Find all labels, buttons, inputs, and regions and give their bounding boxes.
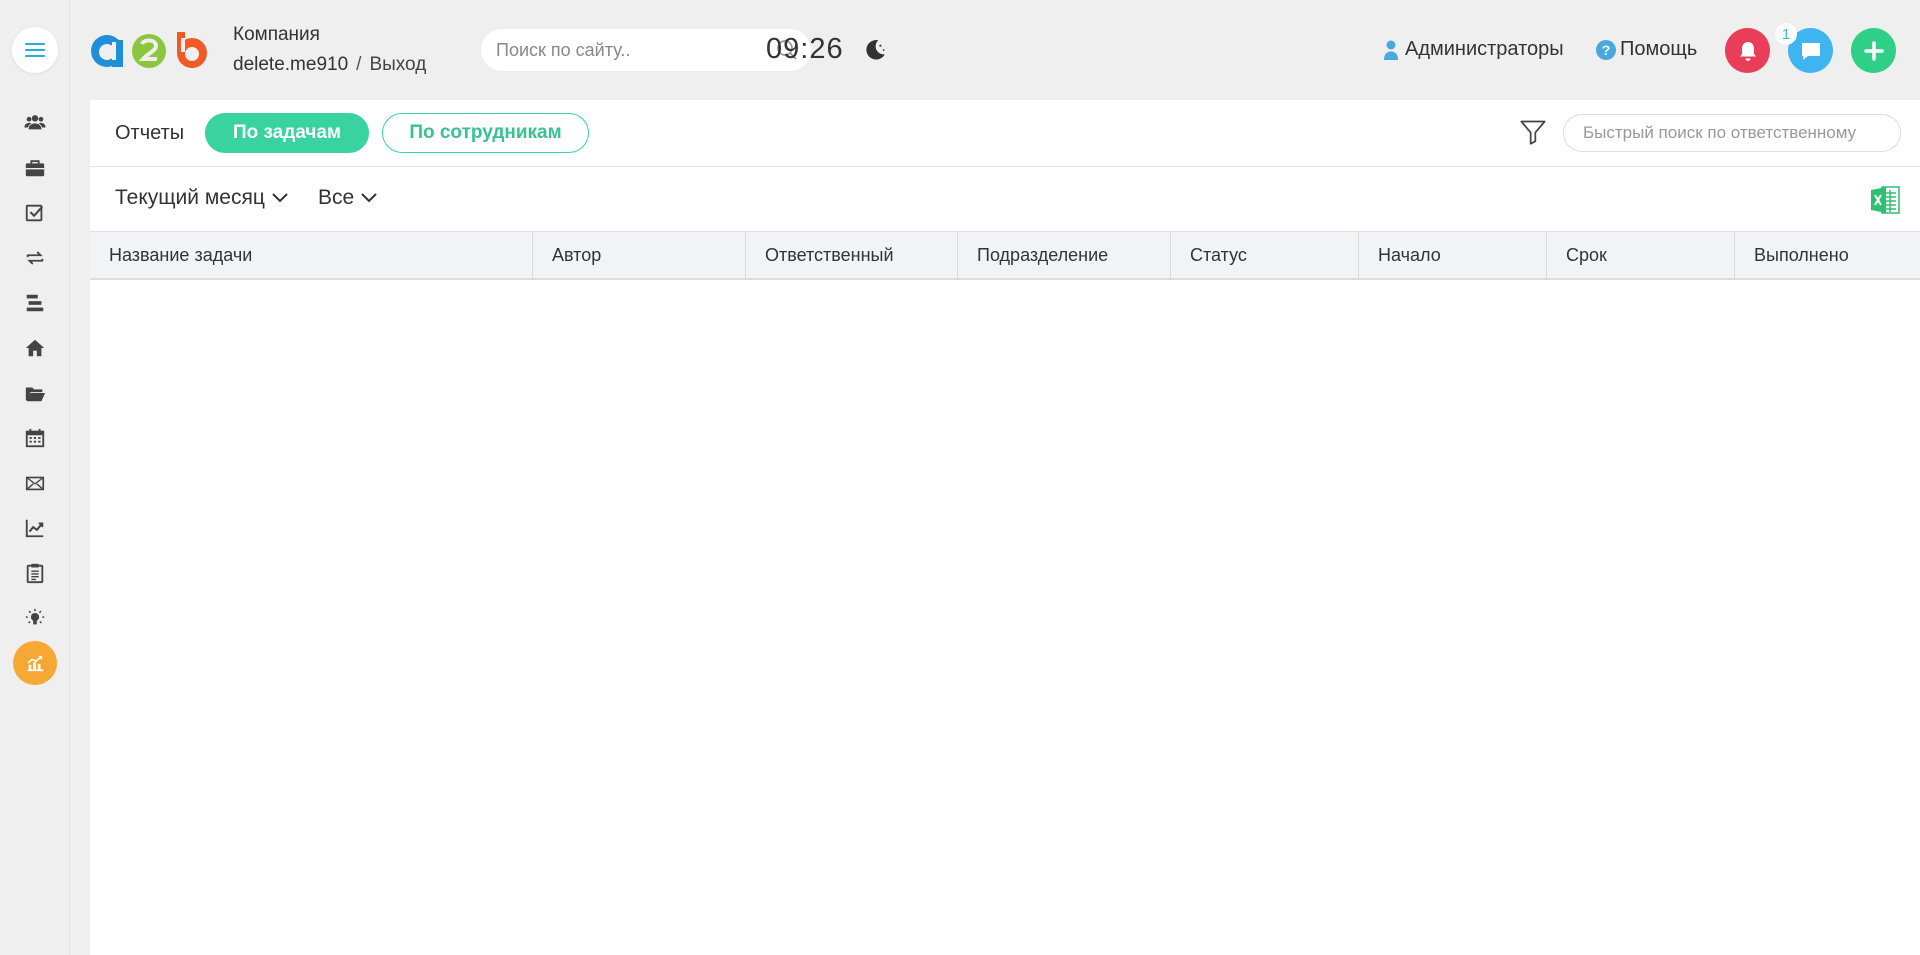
clock: 09:26	[766, 33, 844, 65]
period-dropdown[interactable]: Текущий месяц	[115, 186, 288, 210]
column-header-responsible[interactable]: Ответственный	[746, 232, 958, 279]
sidebar-item-documents[interactable]	[17, 375, 53, 411]
reports-chart-icon	[27, 655, 44, 672]
username-link[interactable]: delete.me910	[233, 54, 348, 75]
column-header-department[interactable]: Подразделение	[958, 232, 1171, 279]
notifications-button[interactable]	[1725, 28, 1770, 73]
sidebar-item-tasks[interactable]	[17, 195, 53, 231]
hamburger-icon	[25, 43, 45, 56]
breadcrumb-separator: /	[356, 54, 362, 75]
sidebar-item-calendar[interactable]	[17, 420, 53, 456]
column-header-completed[interactable]: Выполнено	[1735, 232, 1920, 279]
a2b-logo[interactable]	[88, 30, 212, 70]
sidebar	[0, 0, 70, 955]
quick-search-responsible-input[interactable]	[1563, 114, 1901, 152]
administrators-link[interactable]: Администраторы	[1383, 38, 1564, 61]
moon-icon[interactable]	[862, 37, 888, 63]
clipboard-icon	[26, 563, 44, 584]
chevron-down-icon	[361, 193, 377, 203]
bell-icon	[1739, 41, 1756, 61]
column-header-author[interactable]: Автор	[533, 232, 746, 279]
exchange-icon	[26, 251, 44, 265]
folder-open-icon	[25, 387, 46, 402]
table-header: Название задачи Автор Ответственный Подр…	[90, 231, 1920, 280]
question-icon: ?	[1596, 39, 1616, 60]
site-search-input[interactable]	[481, 29, 761, 71]
reports-panel: Отчеты По задачам По сотрудникам Текущий…	[90, 100, 1920, 955]
excel-export-icon[interactable]	[1869, 184, 1901, 216]
column-header-task-name[interactable]: Название задачи	[90, 232, 533, 279]
checkbox-icon	[25, 204, 44, 222]
calendar-icon	[25, 428, 45, 448]
chat-icon	[1801, 42, 1820, 60]
tab-by-tasks[interactable]: По задачам	[205, 113, 369, 153]
tab-by-employees[interactable]: По сотрудникам	[382, 113, 589, 153]
sidebar-item-processes[interactable]	[17, 240, 53, 276]
help-link[interactable]: ? Помощь	[1596, 38, 1697, 61]
envelope-icon	[25, 476, 45, 491]
company-label: Компания	[233, 24, 320, 45]
column-header-deadline[interactable]: Срок	[1547, 232, 1735, 279]
scope-dropdown[interactable]: Все	[318, 186, 377, 210]
filter-bar: Текущий месяц Все	[90, 167, 1920, 231]
home-icon	[25, 339, 45, 357]
sidebar-item-reports[interactable]	[13, 641, 57, 685]
user-icon	[1384, 40, 1398, 60]
reports-tabs-bar: Отчеты По задачам По сотрудникам	[90, 100, 1920, 167]
sidebar-item-projects[interactable]	[17, 150, 53, 186]
briefcase-icon	[25, 160, 45, 177]
top-header: Компания delete.me910 / Выход 09:26 Админи…	[70, 0, 1920, 100]
messages-count-badge: 1	[1775, 23, 1797, 45]
period-value: Текущий месяц	[115, 186, 265, 209]
user-line: delete.me910 / Выход	[233, 54, 426, 76]
filter-icon[interactable]	[1519, 118, 1547, 146]
chart-line-icon	[25, 519, 44, 538]
column-header-start[interactable]: Начало	[1359, 232, 1547, 279]
scope-value: Все	[318, 186, 355, 209]
reports-title: Отчеты	[115, 122, 185, 144]
users-icon	[24, 115, 46, 130]
hamburger-menu-button[interactable]	[12, 27, 58, 73]
sidebar-item-clipboard[interactable]	[17, 555, 53, 591]
site-search	[481, 29, 811, 71]
column-header-status[interactable]: Статус	[1171, 232, 1359, 279]
chevron-down-icon	[272, 193, 288, 203]
logout-link[interactable]: Выход	[369, 54, 426, 75]
sidebar-item-stages[interactable]	[17, 285, 53, 321]
create-button[interactable]	[1851, 28, 1896, 73]
lightbulb-icon	[25, 608, 45, 625]
sidebar-item-users[interactable]	[17, 104, 53, 140]
sidebar-item-analytics[interactable]	[17, 510, 53, 546]
sidebar-item-ideas[interactable]	[17, 600, 53, 636]
sidebar-item-home[interactable]	[17, 330, 53, 366]
plus-icon	[1863, 40, 1884, 61]
help-label: Помощь	[1620, 38, 1698, 60]
administrators-label: Администраторы	[1405, 38, 1564, 60]
stack-icon	[26, 294, 44, 312]
sidebar-item-mail[interactable]	[17, 465, 53, 501]
